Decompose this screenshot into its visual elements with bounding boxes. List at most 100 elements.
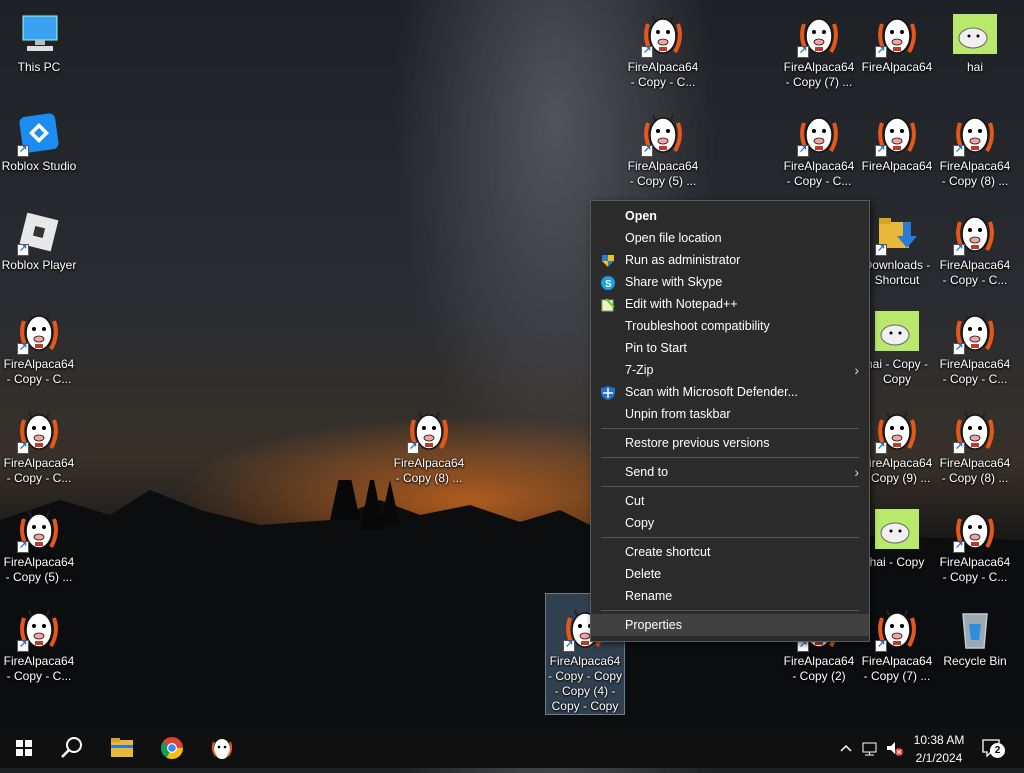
tray-overflow-chevron[interactable]: [838, 738, 854, 758]
menu-item-send-to[interactable]: Send to ›: [591, 461, 869, 483]
menu-item-troubleshoot-compatibility[interactable]: Troubleshoot compatibility: [591, 315, 869, 337]
desktop-icon-label: FireAlpaca64 - Copy (8) ...: [939, 456, 1011, 485]
shortcut-arrow-icon: [875, 639, 887, 652]
alpaca-icon: [873, 406, 921, 454]
alpaca-icon: [405, 406, 453, 454]
start-button[interactable]: [0, 728, 48, 768]
recycle-icon: [951, 604, 999, 652]
taskbar-firealpaca[interactable]: [198, 728, 246, 768]
desktop-icon[interactable]: FireAlpaca64: [858, 0, 936, 75]
desktop-icon[interactable]: FireAlpaca64 - Copy - C...: [936, 495, 1014, 585]
menu-item-label: Rename: [625, 589, 673, 603]
desktop-icon[interactable]: hai: [936, 0, 1014, 75]
desktop-icon-label: Roblox Studio: [1, 159, 77, 173]
taskbar-file-explorer[interactable]: [98, 728, 146, 768]
desktop-icon-label: FireAlpaca64: [861, 60, 933, 74]
desktop-icon[interactable]: FireAlpaca64 - Copy - C...: [780, 99, 858, 189]
chevron-right-icon: ›: [854, 464, 859, 480]
shortcut-arrow-icon: [17, 441, 29, 454]
alpaca-icon: [15, 604, 63, 652]
clock[interactable]: 10:38 AM 2/1/2024: [906, 731, 972, 767]
menu-item-restore-previous-versions[interactable]: Restore previous versions: [591, 432, 869, 454]
shortcut-arrow-icon: [953, 540, 965, 553]
shortcut-arrow-icon: [17, 243, 29, 256]
desktop-icon[interactable]: Recycle Bin: [936, 594, 1014, 669]
chrome-icon: [161, 737, 183, 759]
desktop-icon[interactable]: FireAlpaca64 - Copy (8) ...: [390, 396, 468, 486]
menu-item-copy[interactable]: Copy: [591, 512, 869, 534]
desktop-icon[interactable]: This PC: [0, 0, 78, 75]
menu-item-cut[interactable]: Cut: [591, 490, 869, 512]
shortcut-arrow-icon: [17, 540, 29, 553]
desktop-icon[interactable]: FireAlpaca64 - Copy - C...: [936, 198, 1014, 288]
desktop-icon[interactable]: Roblox Player: [0, 198, 78, 273]
taskbar-chrome[interactable]: [148, 728, 196, 768]
menu-separator: [601, 486, 859, 487]
desktop-icon[interactable]: FireAlpaca64 - Copy - C...: [936, 297, 1014, 387]
desktop-icon-label: hai: [966, 60, 983, 74]
menu-item-delete[interactable]: Delete: [591, 563, 869, 585]
shortcut-arrow-icon: [641, 144, 653, 157]
desktop-icon-label: FireAlpaca64 - Copy - C...: [627, 60, 699, 89]
desktop-icon-label: FireAlpaca64 - Copy - C...: [939, 357, 1011, 386]
alpaca-icon: [795, 10, 843, 58]
menu-item-open[interactable]: Open: [591, 205, 869, 227]
menu-item-rename[interactable]: Rename: [591, 585, 869, 607]
desktop-icon[interactable]: FireAlpaca64 - Copy - C...: [0, 594, 78, 684]
menu-item-label: Edit with Notepad++: [625, 297, 738, 311]
menu-separator: [601, 457, 859, 458]
menu-item-scan-with-microsoft-defender[interactable]: Scan with Microsoft Defender...: [591, 381, 869, 403]
menu-item-share-with-skype[interactable]: S Share with Skype: [591, 271, 869, 293]
shortcut-arrow-icon: [17, 342, 29, 355]
shortcut-arrow-icon: [875, 243, 887, 256]
desktop-icon[interactable]: FireAlpaca64 - Copy (7) ...: [780, 0, 858, 90]
shortcut-arrow-icon: [953, 243, 965, 256]
alpaca-icon: [951, 307, 999, 355]
menu-item-open-file-location[interactable]: Open file location: [591, 227, 869, 249]
desktop-icon[interactable]: FireAlpaca64 - Copy (5) ...: [0, 495, 78, 585]
search-button[interactable]: [48, 728, 96, 768]
desktop-icon-label: FireAlpaca64: [861, 159, 933, 173]
desktop-icon-label: This PC: [17, 60, 61, 74]
menu-item-label: Open file location: [625, 231, 722, 245]
menu-item-properties[interactable]: Properties: [591, 614, 869, 636]
menu-item-7-zip[interactable]: 7-Zip ›: [591, 359, 869, 381]
desktop-icon-label: FireAlpaca64 - Copy - Copy - Copy (4) - …: [547, 654, 623, 713]
defender-icon: [601, 385, 615, 400]
desktop-icon[interactable]: FireAlpaca64 - Copy (8) ...: [936, 396, 1014, 486]
menu-item-run-as-administrator[interactable]: Run as administrator: [591, 249, 869, 271]
skype-icon: S: [601, 275, 615, 290]
desktop-icon[interactable]: Roblox Studio: [0, 99, 78, 174]
desktop-icon[interactable]: FireAlpaca64 - Copy (8) ...: [936, 99, 1014, 189]
shortcut-arrow-icon: [797, 45, 809, 58]
desktop-icon[interactable]: FireAlpaca64 - Copy - C...: [624, 0, 702, 90]
tray-network[interactable]: [860, 738, 880, 758]
menu-item-unpin-from-taskbar[interactable]: Unpin from taskbar: [591, 403, 869, 425]
desktop-icon-label: FireAlpaca64 - Copy - C...: [3, 357, 75, 386]
start-icon: [16, 740, 32, 756]
svg-text:S: S: [605, 279, 612, 290]
alpaca-icon: [15, 307, 63, 355]
desktop[interactable]: This PC Roblox Studio Roblox Player FireAlp…: [0, 0, 1024, 728]
desktop-icon-label: FireAlpaca64 - Copy (7) ...: [783, 60, 855, 89]
desktop-icon-label: FireAlpaca64 - Copy (8) ...: [393, 456, 465, 485]
tray-volume[interactable]: [884, 738, 904, 758]
menu-item-label: Share with Skype: [625, 275, 723, 289]
menu-item-pin-to-start[interactable]: Pin to Start: [591, 337, 869, 359]
hai-icon: [873, 505, 921, 553]
menu-item-create-shortcut[interactable]: Create shortcut: [591, 541, 869, 563]
desktop-icon[interactable]: FireAlpaca64 - Copy - C...: [0, 396, 78, 486]
shortcut-arrow-icon: [953, 342, 965, 355]
desktop-icon[interactable]: FireAlpaca64: [858, 99, 936, 174]
shortcut-arrow-icon: [17, 639, 29, 652]
menu-item-label: Open: [625, 209, 657, 223]
desktop-icon[interactable]: FireAlpaca64 - Copy - C...: [0, 297, 78, 387]
context-menu[interactable]: Open Open file location Run as administrat…: [590, 200, 870, 642]
action-center-button[interactable]: 2: [978, 736, 1010, 760]
desktop-icon-label: FireAlpaca64 - Copy (5) ...: [627, 159, 699, 188]
desktop-icon[interactable]: FireAlpaca64 - Copy (5) ...: [624, 99, 702, 189]
alpaca-icon: [951, 109, 999, 157]
menu-item-edit-with-notepad[interactable]: Edit with Notepad++: [591, 293, 869, 315]
alpaca-icon: [639, 109, 687, 157]
shortcut-arrow-icon: [875, 441, 887, 454]
